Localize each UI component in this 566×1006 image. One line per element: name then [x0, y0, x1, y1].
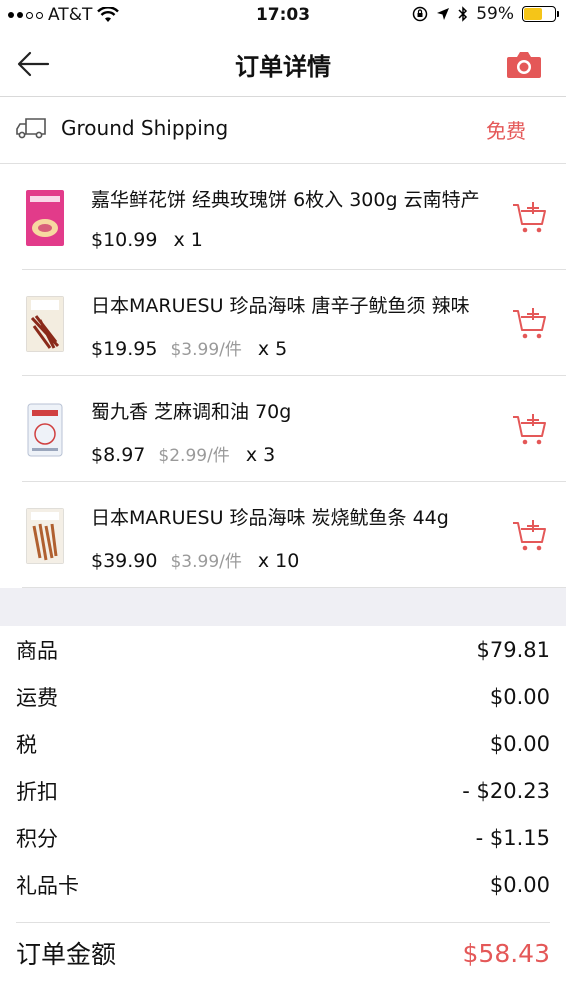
- item-name: 日本MARUESU 珍品海味 炭烧鱿鱼条 44g: [91, 507, 449, 529]
- order-total-row: 订单金额 $58.43: [16, 933, 550, 973]
- status-bar: AT&T 17:03 59%: [0, 0, 566, 32]
- battery-percent: 59%: [476, 4, 514, 24]
- divider: [16, 922, 550, 923]
- summary-value: $0.00: [489, 731, 550, 756]
- summary-label: 折扣: [16, 779, 58, 804]
- product-thumbnail: [26, 190, 64, 246]
- summary-value: $79.81: [476, 637, 550, 662]
- add-to-cart-icon[interactable]: [512, 200, 548, 236]
- summary-value: $0.00: [489, 872, 550, 897]
- order-item[interactable]: 日本MARUESU 珍品海味 炭烧鱿鱼条 44g $39.90 $3.99/件 …: [22, 482, 566, 588]
- summary-value: - $20.23: [462, 778, 550, 803]
- summary-row-discount: 折扣 - $20.23: [16, 767, 550, 814]
- item-quantity: x 5: [257, 338, 288, 360]
- add-to-cart-icon[interactable]: [512, 518, 548, 554]
- order-item[interactable]: 蜀九香 芝麻调和油 70g $8.97 $2.99/件 x 3: [22, 376, 566, 482]
- section-separator: [0, 588, 566, 626]
- add-to-cart-icon[interactable]: [512, 306, 548, 342]
- item-name: 嘉华鲜花饼 经典玫瑰饼 6枚入 300g 云南特产: [91, 189, 480, 211]
- location-icon: [437, 8, 450, 20]
- item-name: 日本MARUESU 珍品海味 唐辛子鱿鱼须 辣味: [91, 295, 470, 317]
- page-title: 订单详情: [235, 53, 331, 81]
- product-thumbnail: [26, 296, 64, 352]
- summary-label: 商品: [16, 638, 58, 663]
- nav-bar: 订单详情: [0, 32, 566, 97]
- add-to-cart-icon[interactable]: [512, 412, 548, 448]
- truck-icon: [16, 118, 46, 139]
- order-summary: 商品 $79.81 运费 $0.00 税 $0.00 折扣 - $20.23 积…: [0, 626, 566, 973]
- item-price: $19.95: [91, 338, 158, 360]
- item-quantity: x 10: [257, 550, 300, 572]
- summary-label: 礼品卡: [16, 873, 79, 898]
- item-price: $8.97: [91, 444, 146, 466]
- summary-row-tax: 税 $0.00: [16, 720, 550, 767]
- rotation-lock-icon: [412, 6, 428, 22]
- total-label: 订单金额: [16, 940, 117, 969]
- shipping-fee: 免费: [486, 119, 526, 143]
- product-thumbnail: [27, 403, 63, 457]
- total-value: $58.43: [462, 938, 550, 968]
- summary-value: $0.00: [489, 684, 550, 709]
- summary-row-subtotal: 商品 $79.81: [16, 626, 550, 673]
- item-name: 蜀九香 芝麻调和油 70g: [91, 401, 292, 423]
- item-unit-price: $2.99/件: [158, 446, 230, 466]
- item-price: $39.90: [91, 550, 158, 572]
- shipping-method: Ground Shipping: [61, 116, 229, 140]
- order-item-list: 嘉华鲜花饼 经典玫瑰饼 6枚入 300g 云南特产 $10.99 x 1 日本M…: [22, 164, 566, 588]
- product-thumbnail: [26, 508, 64, 564]
- summary-row-points: 积分 - $1.15: [16, 814, 550, 861]
- item-price: $10.99: [91, 229, 158, 251]
- battery-icon: [522, 6, 559, 22]
- summary-value: - $1.15: [475, 825, 550, 850]
- item-unit-price: $3.99/件: [170, 552, 242, 572]
- bluetooth-icon: [458, 6, 468, 22]
- item-unit-price: $3.99/件: [170, 340, 242, 360]
- shipping-row: Ground Shipping 免费: [0, 97, 566, 164]
- summary-row-gift-card: 礼品卡 $0.00: [16, 861, 550, 908]
- summary-label: 运费: [16, 685, 58, 710]
- summary-label: 税: [16, 732, 37, 757]
- camera-icon[interactable]: [506, 49, 542, 79]
- item-quantity: x 3: [245, 444, 276, 466]
- item-quantity: x 1: [173, 229, 203, 251]
- summary-label: 积分: [16, 826, 58, 851]
- order-item[interactable]: 日本MARUESU 珍品海味 唐辛子鱿鱼须 辣味 $19.95 $3.99/件 …: [22, 270, 566, 376]
- order-item[interactable]: 嘉华鲜花饼 经典玫瑰饼 6枚入 300g 云南特产 $10.99 x 1: [22, 164, 566, 270]
- summary-row-shipping: 运费 $0.00: [16, 673, 550, 720]
